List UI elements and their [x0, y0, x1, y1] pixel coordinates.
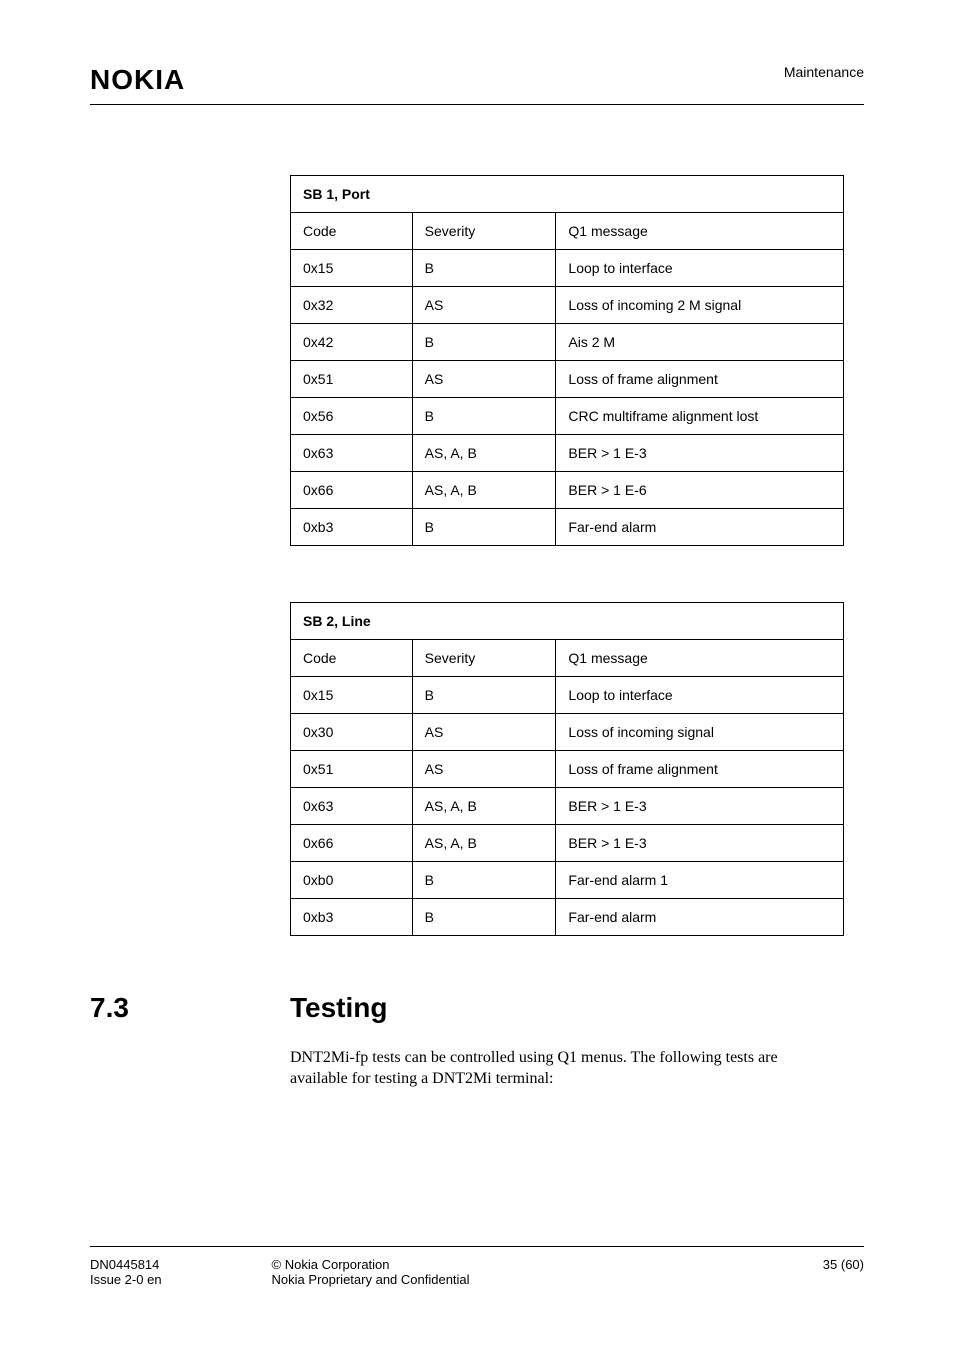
table-row: 0x63AS, A, BBER > 1 E-3	[291, 435, 844, 472]
col-header: Severity	[412, 213, 556, 250]
col-header: Code	[291, 640, 413, 677]
table-row: 0xb3BFar-end alarm	[291, 509, 844, 546]
footer-doc-id: DN0445814	[90, 1257, 162, 1272]
col-header: Code	[291, 213, 413, 250]
cell: 0x15	[291, 250, 413, 287]
cell: 0x63	[291, 788, 413, 825]
col-header: Severity	[412, 640, 556, 677]
cell: 0x15	[291, 677, 413, 714]
cell: Far-end alarm 1	[556, 862, 844, 899]
table-row: 0x30ASLoss of incoming signal	[291, 714, 844, 751]
table-title: SB 1, Port	[291, 176, 844, 213]
cell: Far-end alarm	[556, 899, 844, 936]
cell: B	[412, 677, 556, 714]
cell: Loss of incoming 2 M signal	[556, 287, 844, 324]
cell: AS	[412, 714, 556, 751]
cell: B	[412, 250, 556, 287]
cell: AS, A, B	[412, 472, 556, 509]
footer-divider	[90, 1246, 864, 1247]
table-row: 0xb3BFar-end alarm	[291, 899, 844, 936]
table-row: 0xb0BFar-end alarm 1	[291, 862, 844, 899]
cell: AS, A, B	[412, 435, 556, 472]
table-sb2-line: SB 2, Line Code Severity Q1 message 0x15…	[290, 602, 844, 936]
section-title: Testing	[290, 992, 387, 1024]
cell: B	[412, 899, 556, 936]
cell: BER > 1 E-6	[556, 472, 844, 509]
cell: 0x63	[291, 435, 413, 472]
table-row: 0x42BAis 2 M	[291, 324, 844, 361]
cell: B	[412, 324, 556, 361]
cell: 0xb0	[291, 862, 413, 899]
table-row: 0x51ASLoss of frame alignment	[291, 361, 844, 398]
cell: 0x56	[291, 398, 413, 435]
body-paragraph: DNT2Mi-fp tests can be controlled using …	[290, 1048, 824, 1090]
cell: AS	[412, 361, 556, 398]
col-header: Q1 message	[556, 213, 844, 250]
footer: DN0445814 Issue 2-0 en © Nokia Corporati…	[90, 1246, 864, 1287]
cell: BER > 1 E-3	[556, 788, 844, 825]
footer-page-number: 35 (60)	[823, 1257, 864, 1272]
header-divider	[90, 104, 864, 105]
table-row: 0x15BLoop to interface	[291, 677, 844, 714]
table-sb1-port: SB 1, Port Code Severity Q1 message 0x15…	[290, 175, 844, 546]
cell: AS, A, B	[412, 825, 556, 862]
col-header: Q1 message	[556, 640, 844, 677]
cell: Loop to interface	[556, 677, 844, 714]
cell: B	[412, 509, 556, 546]
table-title: SB 2, Line	[291, 603, 844, 640]
table-row: 0x51ASLoss of frame alignment	[291, 751, 844, 788]
cell: Far-end alarm	[556, 509, 844, 546]
footer-confidential: Nokia Proprietary and Confidential	[272, 1272, 823, 1287]
breadcrumb: Maintenance	[784, 64, 864, 80]
cell: AS, A, B	[412, 788, 556, 825]
section-heading: 7.3 Testing	[90, 992, 864, 1024]
cell: 0x66	[291, 825, 413, 862]
logo: NOKIA	[90, 64, 185, 96]
table-header-row: Code Severity Q1 message	[291, 213, 844, 250]
table-row: 0x63AS, A, BBER > 1 E-3	[291, 788, 844, 825]
cell: 0xb3	[291, 899, 413, 936]
cell: Loss of frame alignment	[556, 751, 844, 788]
cell: Loss of incoming signal	[556, 714, 844, 751]
table-row: 0x66AS, A, BBER > 1 E-3	[291, 825, 844, 862]
footer-issue: Issue 2-0 en	[90, 1272, 162, 1287]
cell: Loop to interface	[556, 250, 844, 287]
footer-copyright: © Nokia Corporation	[272, 1257, 823, 1272]
cell: BER > 1 E-3	[556, 825, 844, 862]
cell: Ais 2 M	[556, 324, 844, 361]
cell: AS	[412, 287, 556, 324]
section-number: 7.3	[90, 992, 290, 1024]
cell: BER > 1 E-3	[556, 435, 844, 472]
cell: 0x32	[291, 287, 413, 324]
cell: Loss of frame alignment	[556, 361, 844, 398]
cell: 0xb3	[291, 509, 413, 546]
table-row: 0x66AS, A, BBER > 1 E-6	[291, 472, 844, 509]
cell: AS	[412, 751, 556, 788]
cell: 0x42	[291, 324, 413, 361]
cell: 0x51	[291, 751, 413, 788]
table-row: 0x15BLoop to interface	[291, 250, 844, 287]
cell: 0x66	[291, 472, 413, 509]
table-row: 0x32ASLoss of incoming 2 M signal	[291, 287, 844, 324]
cell: CRC multiframe alignment lost	[556, 398, 844, 435]
cell: 0x51	[291, 361, 413, 398]
cell: B	[412, 862, 556, 899]
cell: B	[412, 398, 556, 435]
table-header-row: Code Severity Q1 message	[291, 640, 844, 677]
table-row: 0x56BCRC multiframe alignment lost	[291, 398, 844, 435]
cell: 0x30	[291, 714, 413, 751]
